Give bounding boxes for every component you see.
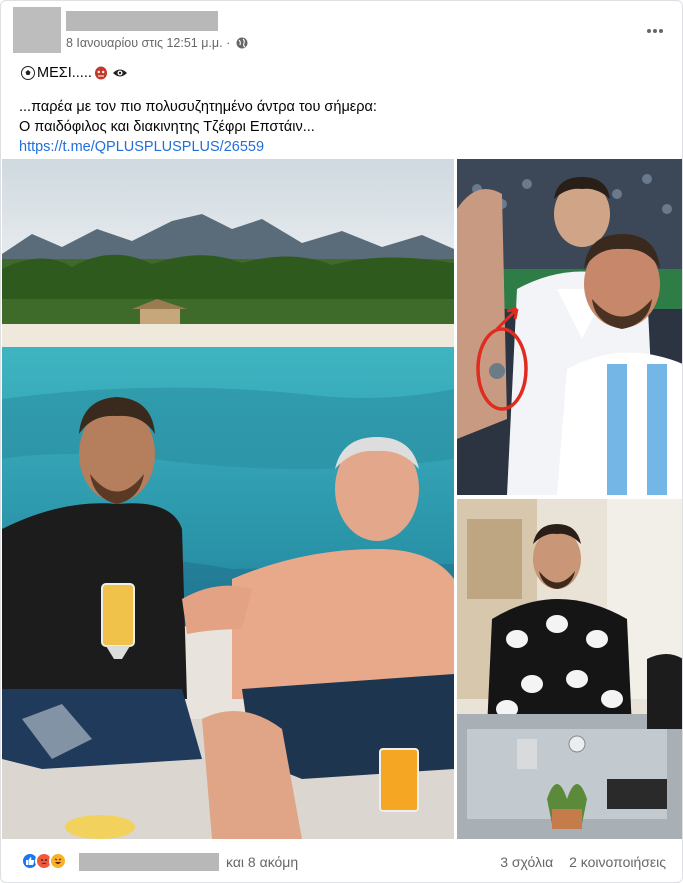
reaction-icons[interactable] [21, 852, 67, 870]
meta-separator: · [226, 36, 231, 50]
post-line-2: ...παρέα με τον πιο πολυσυζητημένο άντρα… [19, 99, 377, 115]
photo-top-right[interactable] [457, 159, 682, 495]
post-card: 8 Ιανουαρίου στις 12:51 μ.μ. · ΜΕΣΙ.....… [0, 0, 683, 883]
author-name-redacted[interactable] [66, 11, 218, 31]
post-stats: 3 σχόλια 2 κοινοποιήσεις [488, 854, 666, 870]
photo-grid [2, 159, 682, 839]
post-header: 8 Ιανουαρίου στις 12:51 μ.μ. · [13, 7, 673, 55]
photo-main[interactable] [2, 159, 454, 839]
avatar[interactable] [13, 7, 61, 53]
post-line-3: Ο παιδόφιλος και διακινητης Τζέφρι Επστά… [19, 119, 315, 135]
post-timestamp[interactable]: 8 Ιανουαρίου στις 12:51 μ.μ. [66, 36, 223, 50]
red-mask-icon [94, 66, 108, 80]
more-options-button[interactable] [643, 21, 667, 41]
post-title-text: ΜΕΣΙ..... [37, 65, 92, 81]
comments-count[interactable]: 3 σχόλια [500, 854, 553, 870]
soccer-ball-icon [21, 66, 35, 80]
post-text: ΜΕΣΙ..... ...παρέα με τον πιο πολυσυζητη… [19, 63, 659, 157]
post-meta: 8 Ιανουαρίου στις 12:51 μ.μ. · [66, 36, 248, 52]
shares-count[interactable]: 2 κοινοποιήσεις [569, 854, 666, 870]
post-footer: και 8 ακόμη 3 σχόλια 2 κοινοποιήσεις [1, 839, 682, 882]
eye-icon [112, 66, 127, 80]
post-line-1: ΜΕΣΙ..... [19, 63, 659, 83]
globe-icon[interactable] [236, 37, 248, 52]
more-horizontal-icon [647, 29, 651, 33]
reactors-others[interactable]: και 8 ακόμη [226, 854, 298, 870]
photo-bottom-right[interactable] [457, 499, 682, 839]
telegram-link[interactable]: https://t.me/QPLUSPLUSPLUS/26559 [19, 139, 264, 155]
haha-icon [49, 852, 67, 870]
reactor-names-redacted[interactable] [79, 853, 219, 871]
